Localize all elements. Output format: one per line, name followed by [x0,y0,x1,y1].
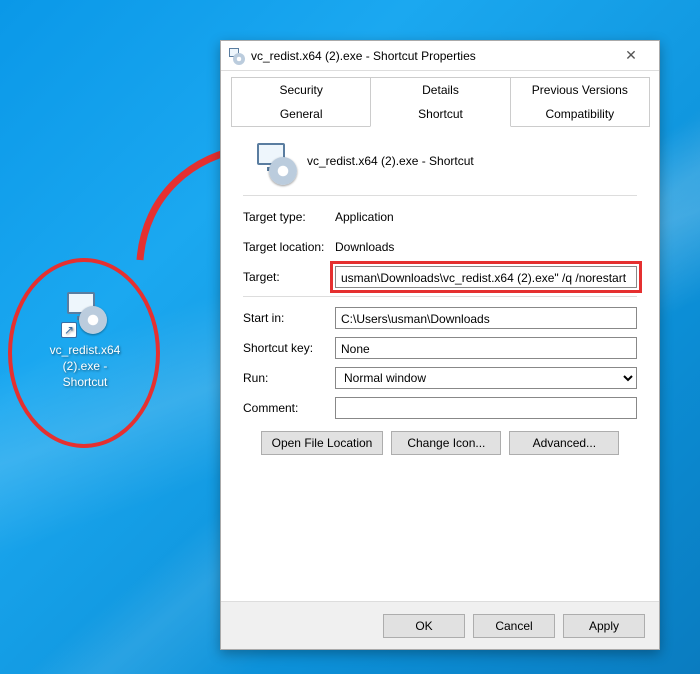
shortcut-key-label: Shortcut key: [243,341,335,355]
tab-compatibility[interactable]: Compatibility [510,102,650,127]
comment-label: Comment: [243,401,335,415]
shortcut-label-line3: Shortcut [25,374,145,390]
target-input[interactable]: usman\Downloads\vc_redist.x64 (2).exe" /… [335,266,637,288]
advanced-button[interactable]: Advanced... [509,431,619,455]
tab-previous-versions[interactable]: Previous Versions [510,77,650,102]
start-in-input[interactable]: C:\Users\usman\Downloads [335,307,637,329]
shortcut-key-input[interactable]: None [335,337,637,359]
start-in-label: Start in: [243,311,335,325]
tab-general[interactable]: General [231,102,371,127]
cancel-button[interactable]: Cancel [473,614,555,638]
apply-button[interactable]: Apply [563,614,645,638]
target-location-label: Target location: [243,240,335,254]
target-type-value: Application [335,210,637,224]
dialog-title: vc_redist.x64 (2).exe - Shortcut Propert… [251,49,611,63]
titlebar[interactable]: vc_redist.x64 (2).exe - Shortcut Propert… [221,41,659,71]
dialog-button-bar: OK Cancel Apply [221,601,659,649]
shortcut-label-line1: vc_redist.x64 [25,342,145,358]
header-label: vc_redist.x64 (2).exe - Shortcut [307,154,474,168]
properties-dialog: vc_redist.x64 (2).exe - Shortcut Propert… [220,40,660,650]
shortcut-app-icon: ↗ [25,290,145,338]
titlebar-app-icon [229,48,245,64]
run-label: Run: [243,371,335,385]
close-button[interactable]: ✕ [611,47,651,64]
target-location-value: Downloads [335,240,637,254]
shortcut-label-line2: (2).exe - [25,358,145,374]
tab-content: vc_redist.x64 (2).exe - Shortcut Target … [221,127,659,465]
tab-shortcut[interactable]: Shortcut [370,102,510,127]
change-icon-button[interactable]: Change Icon... [391,431,501,455]
tab-strip: Security Details Previous Versions Gener… [221,71,659,127]
tab-details[interactable]: Details [370,77,510,102]
run-select[interactable]: Normal window [335,367,637,389]
target-label: Target: [243,270,335,284]
app-icon [251,141,291,181]
desktop-shortcut[interactable]: ↗ vc_redist.x64 (2).exe - Shortcut [25,290,145,390]
comment-input[interactable] [335,397,637,419]
ok-button[interactable]: OK [383,614,465,638]
target-type-label: Target type: [243,210,335,224]
open-file-location-button[interactable]: Open File Location [261,431,384,455]
tab-security[interactable]: Security [231,77,371,102]
